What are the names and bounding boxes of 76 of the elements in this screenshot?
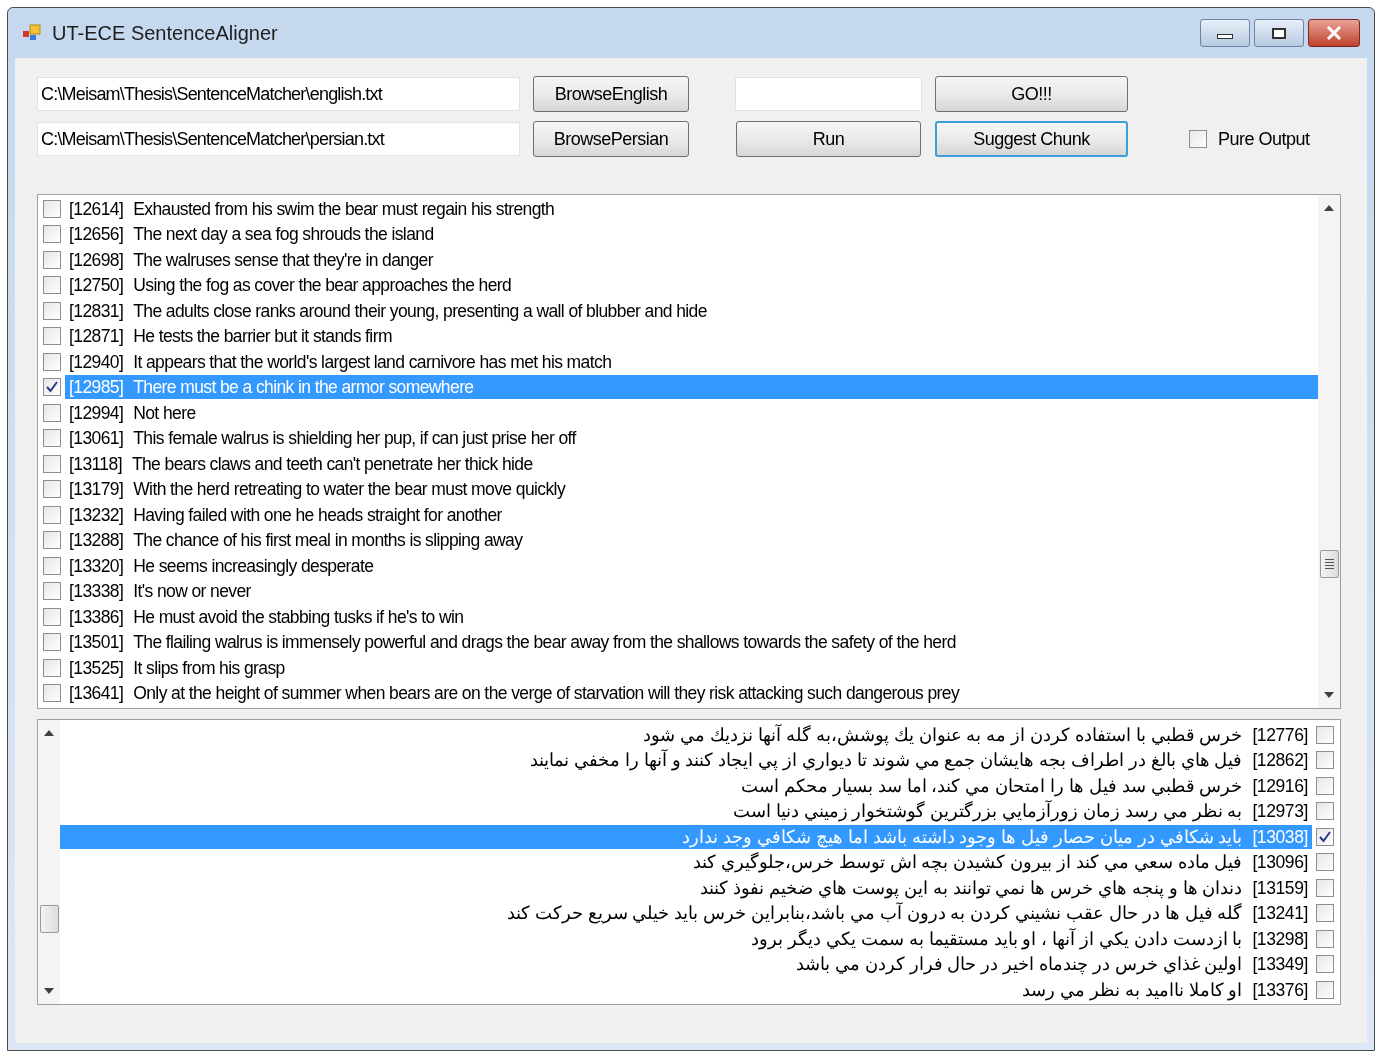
list-item[interactable]: [13179] With the herd retreating to water the bear must move quickly <box>65 477 1318 502</box>
push-button[interactable]: Run <box>736 121 921 157</box>
scroll-down-icon[interactable] <box>1324 692 1334 698</box>
checkbox[interactable] <box>43 582 61 601</box>
checkbox[interactable] <box>43 301 61 320</box>
minimize-button[interactable] <box>1200 19 1250 47</box>
list-item[interactable]: [12831] The adults close ranks around their young, presenting a wall of blubber and hide <box>65 298 1318 323</box>
list-item[interactable]: [13386] He must avoid the stabbing tusks if he's to win <box>65 604 1318 629</box>
checkbox[interactable] <box>43 505 61 524</box>
push-button[interactable]: Suggest Chunk <box>935 121 1128 157</box>
list-item[interactable]: [12750] Using the fog as cover the bear approaches the herd <box>65 273 1318 298</box>
list-item[interactable]: [12940] It appears that the world's largest land carnivore has met his match <box>65 349 1318 374</box>
list-item[interactable]: [13232] Having failed with one he heads straight for another <box>65 502 1318 527</box>
list-item[interactable]: [12871] He tests the barrier but it stands firm <box>65 324 1318 349</box>
list-item[interactable]: [13338] It's now or never <box>65 579 1318 604</box>
checkbox[interactable] <box>43 225 61 244</box>
checkbox[interactable] <box>43 403 61 422</box>
checkbox[interactable] <box>43 276 61 295</box>
checkbox[interactable] <box>1316 929 1334 948</box>
checkbox[interactable] <box>1316 751 1334 770</box>
app-icon <box>22 23 42 43</box>
checkbox[interactable] <box>43 327 61 346</box>
list-item[interactable]: [12656] The next day a sea fog shrouds the island <box>65 222 1318 247</box>
list-item[interactable]: [13501] The flailing walrus is immensely powerful and drags the bear away from the shallows towards the safety of the herd <box>65 630 1318 655</box>
list-item[interactable]: [13525] It slips from his grasp <box>65 655 1318 680</box>
chunk-field[interactable] <box>735 77 922 111</box>
checkbox[interactable] <box>43 531 61 550</box>
scroll-up-icon[interactable] <box>44 730 54 736</box>
list-item[interactable]: [13641] Only at the height of summer when bears are on the verge of starvation will they risk attacking such dangerous prey <box>65 681 1318 706</box>
scroll-thumb[interactable] <box>1320 550 1339 578</box>
scroll-thumb[interactable] <box>40 905 59 933</box>
list-item[interactable]: [13288] The chance of his first meal in months is slipping away <box>65 528 1318 553</box>
checkbox[interactable] <box>1316 904 1334 923</box>
checkbox[interactable] <box>43 684 61 703</box>
checkbox[interactable] <box>43 352 61 371</box>
checkbox[interactable] <box>1316 853 1334 872</box>
scrollbar[interactable] <box>1318 195 1340 708</box>
checkbox[interactable] <box>43 199 61 218</box>
list-item[interactable]: [13320] He seems increasingly desperate <box>65 553 1318 578</box>
scroll-up-icon[interactable] <box>1324 205 1334 211</box>
close-icon <box>1326 26 1342 40</box>
checkbox[interactable] <box>1316 955 1334 974</box>
checkbox[interactable] <box>43 633 61 652</box>
path-field[interactable]: C:\Meisam\Thesis\SentenceMatcher\persian.txt <box>37 122 520 156</box>
checkbox[interactable] <box>43 658 61 677</box>
maximize-button[interactable] <box>1254 19 1304 47</box>
checkbox[interactable] <box>1316 980 1334 999</box>
checkbox[interactable] <box>1316 776 1334 795</box>
checkbox[interactable] <box>43 480 61 499</box>
close-button[interactable] <box>1308 19 1360 47</box>
push-button[interactable]: BrowseEnglish <box>533 76 689 112</box>
checkbox[interactable] <box>1316 802 1334 821</box>
checkbox[interactable] <box>1189 130 1207 148</box>
checkbox-label: Pure Output <box>1218 127 1310 151</box>
list-item[interactable]: [12994] Not here <box>65 400 1318 425</box>
list-item[interactable]: [12614] Exhausted from his swim the bear must regain his strength <box>65 196 1318 221</box>
scrollbar[interactable] <box>38 720 60 1004</box>
checkbox[interactable] <box>1316 725 1334 744</box>
minimize-icon <box>1217 33 1233 39</box>
maximize-icon <box>1272 27 1286 39</box>
push-button[interactable]: BrowsePersian <box>533 121 689 157</box>
checkbox[interactable] <box>43 454 61 473</box>
checkbox[interactable] <box>43 429 61 448</box>
list-item[interactable]: [12698] The walruses sense that they're in danger <box>65 247 1318 272</box>
list-item[interactable]: [13061] This female walrus is shielding her pup, if can just prise her off <box>65 426 1318 451</box>
checkbox[interactable] <box>1316 878 1334 897</box>
list-item[interactable]: [13118] The bears claws and teeth can't penetrate her thick hide <box>65 451 1318 476</box>
checkbox[interactable] <box>43 250 61 269</box>
checkbox[interactable] <box>1316 827 1334 846</box>
path-field[interactable]: C:\Meisam\Thesis\SentenceMatcher\english.txt <box>37 77 520 111</box>
checkbox[interactable] <box>43 378 61 397</box>
checkbox[interactable] <box>43 556 61 575</box>
checkbox[interactable] <box>43 607 61 626</box>
push-button[interactable]: GO!!! <box>935 76 1128 112</box>
window-title: UT-ECE SentenceAligner <box>52 21 278 46</box>
scroll-down-icon[interactable] <box>44 988 54 994</box>
